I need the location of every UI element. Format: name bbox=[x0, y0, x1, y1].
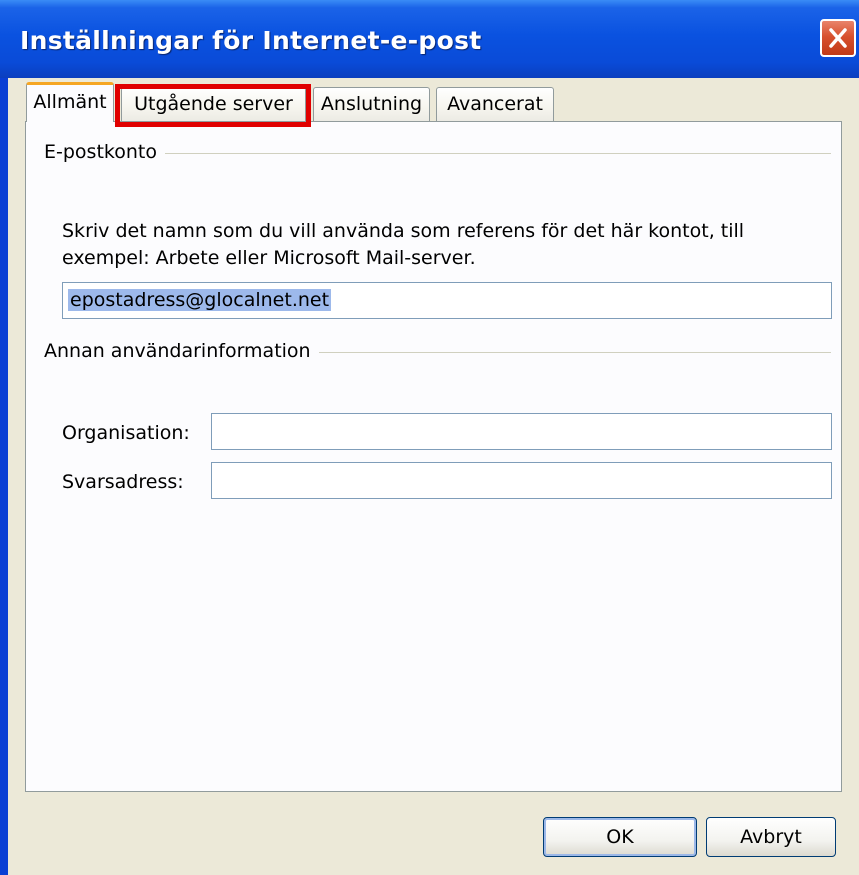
group-title-email-account: E-postkonto bbox=[44, 141, 165, 163]
cancel-button-label: Avbryt bbox=[740, 826, 802, 848]
close-icon bbox=[829, 28, 847, 48]
settings-dialog: Inställningar för Internet-e-post Allmän… bbox=[0, 0, 859, 875]
organization-input[interactable] bbox=[211, 413, 832, 450]
group-title-other-info: Annan användarinformation bbox=[44, 340, 319, 362]
reply-address-label: Svarsadress: bbox=[62, 471, 184, 493]
dialog-title: Inställningar för Internet-e-post bbox=[20, 26, 482, 55]
title-bar[interactable]: Inställningar för Internet-e-post bbox=[0, 0, 859, 78]
reply-address-input[interactable] bbox=[211, 462, 832, 499]
account-name-value: epostadress@glocalnet.net bbox=[68, 289, 332, 311]
ok-button-label: OK bbox=[606, 826, 634, 848]
tab-panel-general: E-postkonto Skriv det namn som du vill a… bbox=[25, 121, 842, 792]
tab-advanced[interactable]: Avancerat bbox=[436, 87, 554, 121]
account-name-input[interactable]: epostadress@glocalnet.net bbox=[62, 282, 832, 319]
tab-advanced-label: Avancerat bbox=[447, 93, 543, 115]
account-description: Skriv det namn som du vill använda som r… bbox=[62, 220, 745, 269]
tab-connection-label: Anslutning bbox=[320, 93, 423, 115]
close-button[interactable] bbox=[820, 19, 856, 57]
ok-button[interactable]: OK bbox=[543, 817, 697, 857]
dialog-body: Allmänt Utgående server Anslutning Avanc… bbox=[8, 78, 859, 875]
tab-highlight-box bbox=[115, 84, 311, 127]
cancel-button[interactable]: Avbryt bbox=[706, 817, 836, 857]
tab-connection[interactable]: Anslutning bbox=[313, 87, 430, 121]
organization-label: Organisation: bbox=[62, 422, 190, 444]
tab-general-label: Allmänt bbox=[33, 91, 107, 113]
tab-general[interactable]: Allmänt bbox=[26, 82, 114, 122]
